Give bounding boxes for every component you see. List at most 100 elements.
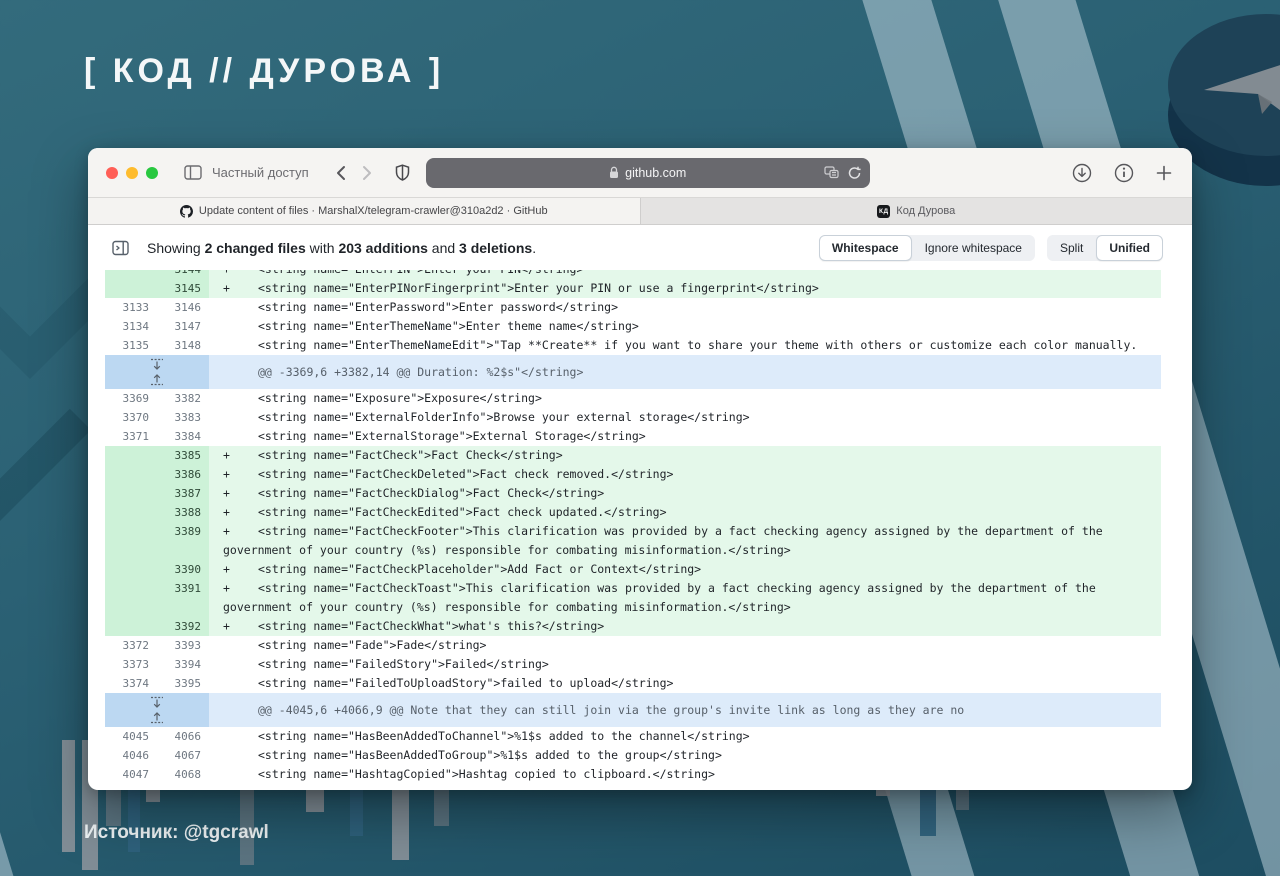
old-line-number[interactable]	[105, 560, 157, 579]
code-line: <string name="HasBeenAddedToGroup">%1$s …	[209, 746, 1161, 765]
diff-code-row: 3391+<string name="FactCheckToast">This …	[105, 579, 1161, 617]
diff-code-row: 40464067<string name="HasBeenAddedToGrou…	[105, 746, 1161, 765]
forward-button[interactable]	[362, 165, 373, 181]
old-line-number[interactable]	[105, 579, 157, 617]
privacy-shield-icon[interactable]	[395, 164, 410, 181]
translate-icon[interactable]	[824, 166, 839, 179]
code-line: +<string name="FactCheck">Fact Check</st…	[209, 446, 1161, 465]
new-line-number[interactable]: 3383	[157, 408, 209, 427]
code-line: <string name="EnterThemeNameEdit">"Tap *…	[209, 336, 1161, 355]
code-text: <string name="FactCheckFooter">This clar…	[223, 524, 1103, 557]
changed-files-count: 2 changed files	[205, 240, 306, 256]
diff-marker: +	[223, 465, 258, 484]
code-text: <string name="FactCheckPlaceholder">Add …	[258, 562, 701, 576]
sidebar-icon[interactable]	[184, 165, 202, 180]
old-line-number[interactable]: 4046	[105, 746, 157, 765]
old-line-number[interactable]: 3371	[105, 427, 157, 446]
new-line-number[interactable]: 3146	[157, 298, 209, 317]
code-text: <string name="ExternalStorage">External …	[258, 429, 646, 443]
code-text: <string name="Exposure">Exposure</string…	[258, 391, 542, 405]
old-line-number[interactable]: 3135	[105, 336, 157, 355]
expand-hunk-buttons[interactable]	[105, 693, 209, 727]
code-line: +<string name="FactCheckDeleted">Fact ch…	[209, 465, 1161, 484]
downloads-icon[interactable]	[1072, 163, 1092, 183]
old-line-number[interactable]	[105, 484, 157, 503]
new-line-number[interactable]: 3395	[157, 674, 209, 693]
old-line-number[interactable]	[105, 617, 157, 636]
new-line-number[interactable]: 3385	[157, 446, 209, 465]
diff-code-row: 33733394<string name="FailedStory">Faile…	[105, 655, 1161, 674]
unified-view-button[interactable]: Unified	[1096, 235, 1163, 261]
code-text: <string name="FactCheckDeleted">Fact che…	[258, 467, 673, 481]
new-line-number[interactable]: 3386	[157, 465, 209, 484]
new-line-number[interactable]: 3392	[157, 617, 209, 636]
new-tab-icon[interactable]	[1156, 165, 1172, 181]
old-line-number[interactable]: 3134	[105, 317, 157, 336]
old-line-number[interactable]	[105, 279, 157, 298]
new-line-number[interactable]: 3388	[157, 503, 209, 522]
new-line-number[interactable]: 3390	[157, 560, 209, 579]
old-line-number[interactable]	[105, 446, 157, 465]
new-line-number[interactable]: 3384	[157, 427, 209, 446]
tab-github[interactable]: Update content of files · MarshalX/teleg…	[88, 198, 640, 224]
new-line-number[interactable]: 3393	[157, 636, 209, 655]
close-button[interactable]	[106, 167, 118, 179]
old-line-number[interactable]: 3373	[105, 655, 157, 674]
new-line-number[interactable]: 3145	[157, 279, 209, 298]
code-text: <string name="EnterThemeName">Enter them…	[258, 319, 639, 333]
decor-stripe	[0, 749, 71, 876]
zoom-button[interactable]	[146, 167, 158, 179]
new-line-number[interactable]: 3148	[157, 336, 209, 355]
back-button[interactable]	[335, 165, 346, 181]
old-line-number[interactable]: 3133	[105, 298, 157, 317]
old-line-number[interactable]: 3372	[105, 636, 157, 655]
address-bar[interactable]: github.com	[426, 158, 870, 188]
old-line-number[interactable]	[105, 270, 157, 279]
code-line: <string name="ExternalFolderInfo">Browse…	[209, 408, 1161, 427]
code-line: +<string name="FactCheckPlaceholder">Add…	[209, 560, 1161, 579]
new-line-number[interactable]: 4068	[157, 765, 209, 784]
diff-code-row: 33693382 <string name="Exposure">Exposure…	[105, 389, 1161, 408]
file-tree-toggle-icon[interactable]	[112, 240, 129, 256]
deletions-count: 3 deletions	[459, 240, 532, 256]
view-mode-segmented-control: Split Unified	[1047, 235, 1163, 261]
code-line: <string name="HasBeenAddedToChannel">%1$…	[209, 727, 1161, 746]
info-icon[interactable]	[1114, 163, 1134, 183]
new-line-number[interactable]: 3382	[157, 389, 209, 408]
minimize-button[interactable]	[126, 167, 138, 179]
new-line-number[interactable]: 3391	[157, 579, 209, 617]
split-view-button[interactable]: Split	[1047, 235, 1096, 261]
code-line: <string name="EnterPassword">Enter passw…	[209, 298, 1161, 317]
old-line-number[interactable]: 4045	[105, 727, 157, 746]
lock-icon	[609, 166, 619, 179]
diff-hunk-row: @@ -4045,6 +4066,9 @@ Note that they can…	[105, 693, 1161, 727]
diff-code-row: 31343147 <string name="EnterThemeName">En…	[105, 317, 1161, 336]
tab-kod-durova[interactable]: КД Код Дурова	[640, 198, 1193, 224]
new-line-number[interactable]: 3394	[157, 655, 209, 674]
diff-code-row: 3386+<string name="FactCheckDeleted">Fac…	[105, 465, 1161, 484]
old-line-number[interactable]: 4047	[105, 765, 157, 784]
new-line-number[interactable]: 4067	[157, 746, 209, 765]
code-line: +<string name="FactCheckDialog">Fact Che…	[209, 484, 1161, 503]
expand-hunk-buttons[interactable]	[105, 355, 209, 389]
reload-icon[interactable]	[848, 166, 861, 180]
browser-window: Частный доступ github.com	[88, 148, 1192, 790]
code-line: +<string name="EnterPIN">Enter your PIN<…	[209, 270, 1161, 279]
old-line-number[interactable]	[105, 522, 157, 560]
ignore-whitespace-button[interactable]: Ignore whitespace	[912, 235, 1035, 261]
code-text: <string name="Fade">Fade</string>	[258, 638, 486, 652]
diff-code-row: 3387+<string name="FactCheckDialog">Fact…	[105, 484, 1161, 503]
browser-toolbar: Частный доступ github.com	[88, 148, 1192, 198]
old-line-number[interactable]: 3374	[105, 674, 157, 693]
code-line: +<string name="FactCheckToast">This clar…	[209, 579, 1161, 617]
old-line-number[interactable]: 3369	[105, 389, 157, 408]
new-line-number[interactable]: 3147	[157, 317, 209, 336]
old-line-number[interactable]: 3370	[105, 408, 157, 427]
whitespace-button[interactable]: Whitespace	[819, 235, 912, 261]
new-line-number[interactable]: 3387	[157, 484, 209, 503]
old-line-number[interactable]	[105, 465, 157, 484]
old-line-number[interactable]	[105, 503, 157, 522]
new-line-number[interactable]: 3144	[157, 270, 209, 279]
new-line-number[interactable]: 4066	[157, 727, 209, 746]
new-line-number[interactable]: 3389	[157, 522, 209, 560]
